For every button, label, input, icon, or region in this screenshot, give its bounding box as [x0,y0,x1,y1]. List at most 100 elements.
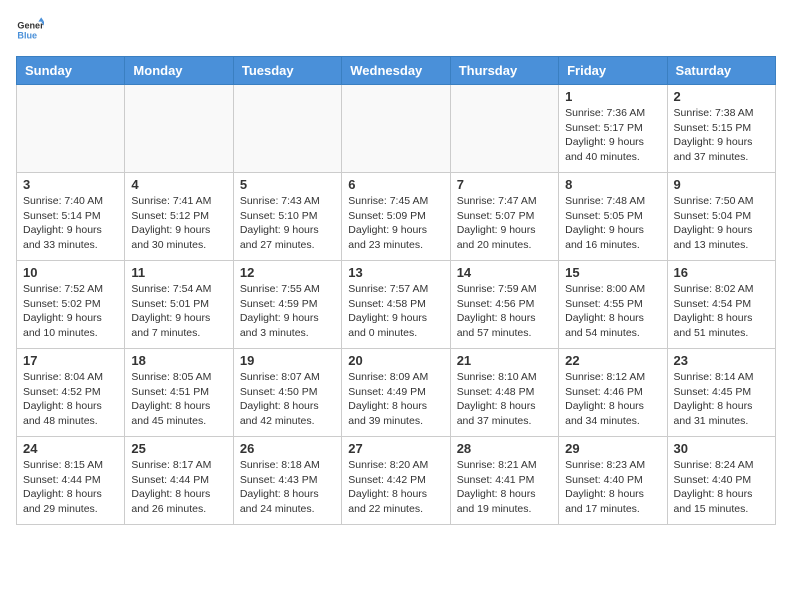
day-info: Sunrise: 7:38 AM Sunset: 5:15 PM Dayligh… [674,106,769,165]
calendar-cell: 12Sunrise: 7:55 AM Sunset: 4:59 PM Dayli… [233,261,341,349]
day-info: Sunrise: 8:00 AM Sunset: 4:55 PM Dayligh… [565,282,660,341]
day-number: 2 [674,89,769,104]
calendar-cell: 13Sunrise: 7:57 AM Sunset: 4:58 PM Dayli… [342,261,450,349]
day-number: 23 [674,353,769,368]
calendar-cell: 3 Sunrise: 7:40 AM Sunset: 5:14 PM Daylig… [17,173,125,261]
calendar-cell: 30Sunrise: 8:24 AM Sunset: 4:40 PM Dayli… [667,437,775,525]
calendar-cell: 29 Sunrise: 8:23 AM Sunset: 4:40 PM Dayli… [559,437,667,525]
calendar-cell: 9 Sunrise: 7:50 AM Sunset: 5:04 PM Daylig… [667,173,775,261]
day-info: Sunrise: 8:15 AM Sunset: 4:44 PM Dayligh… [23,458,118,517]
calendar-cell: 20 Sunrise: 8:09 AM Sunset: 4:49 PM Dayli… [342,349,450,437]
day-info: Sunrise: 8:05 AM Sunset: 4:51 PM Dayligh… [131,370,226,429]
day-number: 25 [131,441,226,456]
calendar-cell: 14 Sunrise: 7:59 AM Sunset: 4:56 PM Dayli… [450,261,558,349]
calendar-table: SundayMondayTuesdayWednesdayThursdayFrid… [16,56,776,525]
day-number: 18 [131,353,226,368]
day-number: 21 [457,353,552,368]
calendar-week-row: 17Sunrise: 8:04 AM Sunset: 4:52 PM Dayli… [17,349,776,437]
day-info: Sunrise: 8:02 AM Sunset: 4:54 PM Dayligh… [674,282,769,341]
calendar-cell: 11 Sunrise: 7:54 AM Sunset: 5:01 PM Dayli… [125,261,233,349]
day-info: Sunrise: 7:50 AM Sunset: 5:04 PM Dayligh… [674,194,769,253]
day-number: 16 [674,265,769,280]
calendar-cell: 22Sunrise: 8:12 AM Sunset: 4:46 PM Dayli… [559,349,667,437]
calendar-cell: 28 Sunrise: 8:21 AM Sunset: 4:41 PM Dayli… [450,437,558,525]
day-number: 17 [23,353,118,368]
day-info: Sunrise: 7:57 AM Sunset: 4:58 PM Dayligh… [348,282,443,341]
calendar-cell [342,85,450,173]
calendar-cell [233,85,341,173]
weekday-header-cell: Monday [125,57,233,85]
calendar-cell [450,85,558,173]
calendar-cell [17,85,125,173]
calendar-cell: 18 Sunrise: 8:05 AM Sunset: 4:51 PM Dayli… [125,349,233,437]
day-number: 11 [131,265,226,280]
day-info: Sunrise: 8:09 AM Sunset: 4:49 PM Dayligh… [348,370,443,429]
weekday-header-cell: Saturday [667,57,775,85]
calendar-cell: 4 Sunrise: 7:41 AM Sunset: 5:12 PM Daylig… [125,173,233,261]
day-info: Sunrise: 8:12 AM Sunset: 4:46 PM Dayligh… [565,370,660,429]
day-number: 5 [240,177,335,192]
weekday-header-cell: Thursday [450,57,558,85]
day-info: Sunrise: 8:20 AM Sunset: 4:42 PM Dayligh… [348,458,443,517]
svg-text:General: General [17,21,44,31]
svg-text:Blue: Blue [17,30,37,40]
weekday-header-cell: Sunday [17,57,125,85]
day-info: Sunrise: 8:14 AM Sunset: 4:45 PM Dayligh… [674,370,769,429]
calendar-week-row: 10 Sunrise: 7:52 AM Sunset: 5:02 PM Dayli… [17,261,776,349]
calendar-cell: 26Sunrise: 8:18 AM Sunset: 4:43 PM Dayli… [233,437,341,525]
day-info: Sunrise: 7:59 AM Sunset: 4:56 PM Dayligh… [457,282,552,341]
day-info: Sunrise: 8:23 AM Sunset: 4:40 PM Dayligh… [565,458,660,517]
calendar-week-row: 3 Sunrise: 7:40 AM Sunset: 5:14 PM Daylig… [17,173,776,261]
day-info: Sunrise: 7:55 AM Sunset: 4:59 PM Dayligh… [240,282,335,341]
logo: General Blue [16,16,44,44]
calendar-cell: 16 Sunrise: 8:02 AM Sunset: 4:54 PM Dayli… [667,261,775,349]
day-number: 27 [348,441,443,456]
day-number: 30 [674,441,769,456]
calendar-cell: 25Sunrise: 8:17 AM Sunset: 4:44 PM Dayli… [125,437,233,525]
day-info: Sunrise: 8:21 AM Sunset: 4:41 PM Dayligh… [457,458,552,517]
day-number: 24 [23,441,118,456]
weekday-header-row: SundayMondayTuesdayWednesdayThursdayFrid… [17,57,776,85]
day-number: 14 [457,265,552,280]
calendar-cell: 23 Sunrise: 8:14 AM Sunset: 4:45 PM Dayli… [667,349,775,437]
page-header: General Blue [16,16,776,44]
day-info: Sunrise: 7:54 AM Sunset: 5:01 PM Dayligh… [131,282,226,341]
calendar-cell: 10 Sunrise: 7:52 AM Sunset: 5:02 PM Dayli… [17,261,125,349]
day-info: Sunrise: 7:47 AM Sunset: 5:07 PM Dayligh… [457,194,552,253]
day-number: 3 [23,177,118,192]
calendar-cell: 7Sunrise: 7:47 AM Sunset: 5:07 PM Daylig… [450,173,558,261]
calendar-cell: 5 Sunrise: 7:43 AM Sunset: 5:10 PM Daylig… [233,173,341,261]
day-number: 8 [565,177,660,192]
day-info: Sunrise: 7:40 AM Sunset: 5:14 PM Dayligh… [23,194,118,253]
calendar-cell: 27 Sunrise: 8:20 AM Sunset: 4:42 PM Dayli… [342,437,450,525]
calendar-cell: 1Sunrise: 7:36 AM Sunset: 5:17 PM Daylig… [559,85,667,173]
calendar-cell: 24 Sunrise: 8:15 AM Sunset: 4:44 PM Dayli… [17,437,125,525]
calendar-cell: 21 Sunrise: 8:10 AM Sunset: 4:48 PM Dayli… [450,349,558,437]
day-info: Sunrise: 7:52 AM Sunset: 5:02 PM Dayligh… [23,282,118,341]
day-info: Sunrise: 7:41 AM Sunset: 5:12 PM Dayligh… [131,194,226,253]
calendar-cell: 17Sunrise: 8:04 AM Sunset: 4:52 PM Dayli… [17,349,125,437]
weekday-header-cell: Friday [559,57,667,85]
day-number: 19 [240,353,335,368]
day-number: 9 [674,177,769,192]
calendar-cell: 15 Sunrise: 8:00 AM Sunset: 4:55 PM Dayli… [559,261,667,349]
day-number: 28 [457,441,552,456]
day-number: 15 [565,265,660,280]
day-info: Sunrise: 7:45 AM Sunset: 5:09 PM Dayligh… [348,194,443,253]
day-info: Sunrise: 7:43 AM Sunset: 5:10 PM Dayligh… [240,194,335,253]
day-info: Sunrise: 7:36 AM Sunset: 5:17 PM Dayligh… [565,106,660,165]
day-number: 4 [131,177,226,192]
logo-icon: General Blue [16,16,44,44]
day-number: 29 [565,441,660,456]
calendar-cell: 2 Sunrise: 7:38 AM Sunset: 5:15 PM Daylig… [667,85,775,173]
calendar-week-row: 1Sunrise: 7:36 AM Sunset: 5:17 PM Daylig… [17,85,776,173]
calendar-cell [125,85,233,173]
day-number: 26 [240,441,335,456]
day-info: Sunrise: 8:10 AM Sunset: 4:48 PM Dayligh… [457,370,552,429]
weekday-header-cell: Tuesday [233,57,341,85]
day-info: Sunrise: 8:07 AM Sunset: 4:50 PM Dayligh… [240,370,335,429]
day-number: 10 [23,265,118,280]
day-number: 20 [348,353,443,368]
calendar-body: 1Sunrise: 7:36 AM Sunset: 5:17 PM Daylig… [17,85,776,525]
calendar-cell: 8Sunrise: 7:48 AM Sunset: 5:05 PM Daylig… [559,173,667,261]
